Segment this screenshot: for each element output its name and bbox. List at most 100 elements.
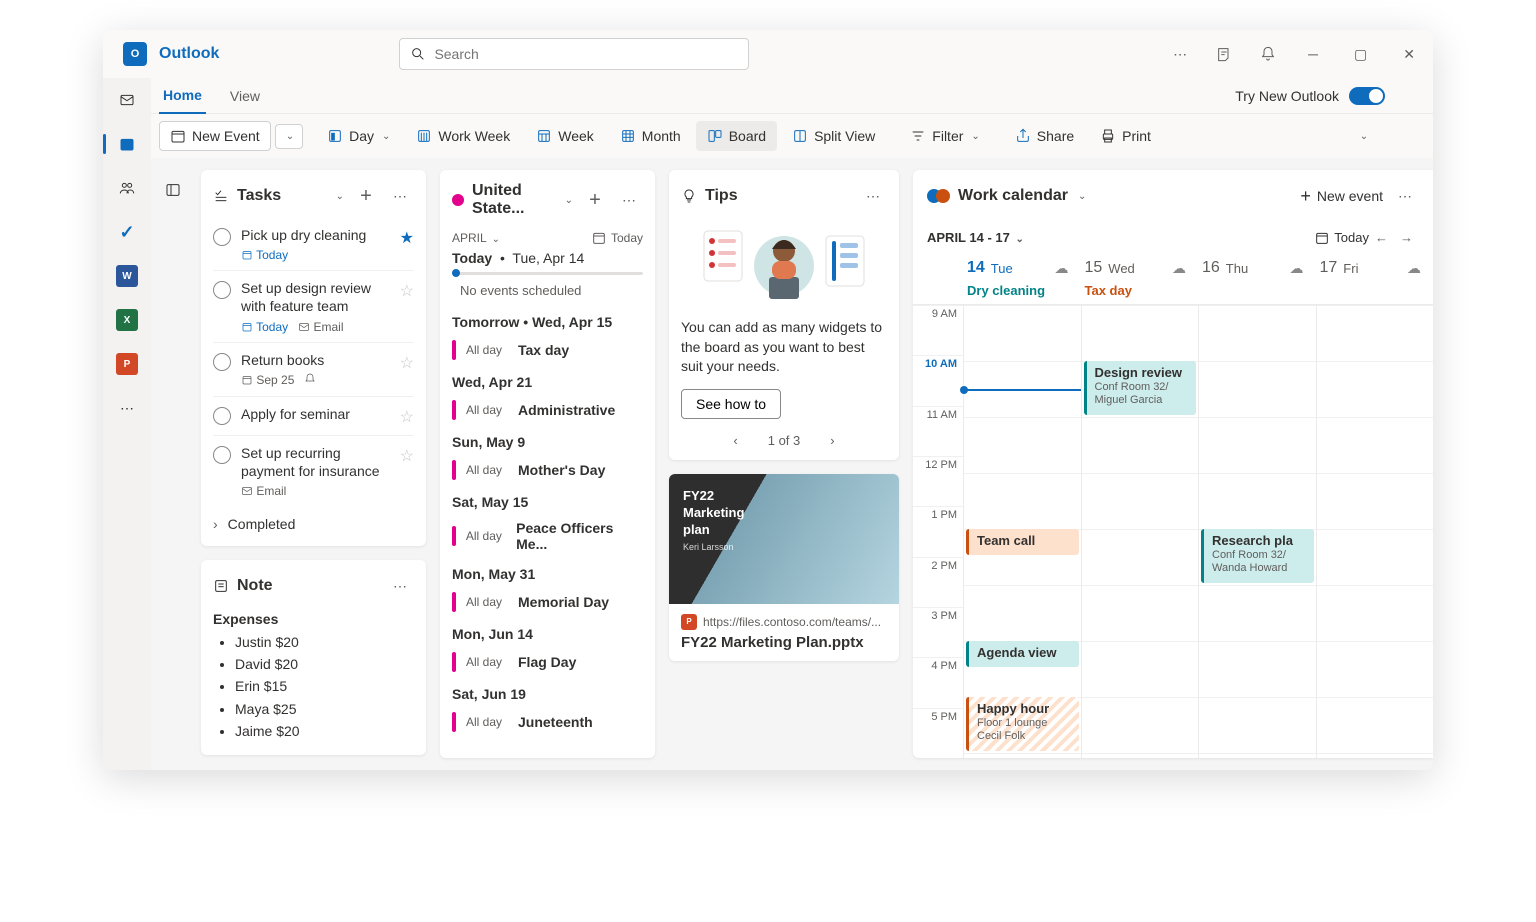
new-event-button[interactable]: New Event — [159, 121, 271, 151]
rail-calendar[interactable] — [113, 130, 141, 158]
view-month-button[interactable]: Month — [609, 121, 692, 151]
rail-word[interactable]: W — [113, 262, 141, 290]
rail-todo[interactable]: ✓ — [113, 218, 141, 246]
day-column[interactable]: Research plaConf Room 32/Wanda Howard — [1198, 305, 1316, 758]
more-icon[interactable]: ⋯ — [1166, 40, 1194, 68]
task-checkbox[interactable] — [213, 281, 231, 299]
task-title: Pick up dry cleaning — [241, 226, 390, 244]
try-new-outlook-toggle[interactable] — [1349, 87, 1385, 105]
view-day-button[interactable]: Day⌄ — [316, 121, 401, 151]
task-checkbox[interactable] — [213, 407, 231, 425]
task-star[interactable]: ★ — [400, 228, 414, 248]
task-item[interactable]: Set up design review with feature team T… — [213, 271, 414, 342]
calendar-event[interactable]: Team call — [966, 529, 1079, 555]
add-task-button[interactable]: + — [352, 182, 380, 210]
note-body[interactable]: Expenses Justin $20David $20Erin $15Maya… — [213, 608, 414, 742]
toolbar-expand[interactable]: ⌄ — [1349, 122, 1377, 150]
calendar-event[interactable]: Agenda view — [966, 641, 1079, 667]
maximize-button[interactable]: ▢ — [1344, 40, 1377, 69]
tips-cta-button[interactable]: See how to — [681, 389, 781, 419]
day-header[interactable]: 15Wed☁Tax day — [1081, 253, 1199, 304]
rail-powerpoint[interactable]: P — [113, 350, 141, 378]
holiday-event[interactable]: All dayTax day — [440, 334, 655, 366]
holidays-dropdown[interactable]: ⌄ — [565, 195, 573, 206]
task-item[interactable]: Return books Sep 25 ☆ — [213, 343, 414, 397]
all-day-label: All day — [466, 463, 508, 477]
powerpoint-icon: P — [681, 614, 697, 630]
file-card[interactable]: FY22 Marketing plan Keri Larsson Phttps:… — [669, 474, 899, 661]
view-work-week-button[interactable]: Work Week — [405, 121, 521, 151]
calendar-today-button[interactable]: Today — [1314, 230, 1369, 246]
task-star[interactable]: ☆ — [400, 353, 414, 373]
calendar-more-button[interactable]: ⋯ — [1391, 182, 1419, 210]
share-button[interactable]: Share — [1004, 121, 1085, 151]
holiday-event[interactable]: All dayFlag Day — [440, 646, 655, 678]
pager-status: 1 of 3 — [768, 433, 801, 448]
task-checkbox[interactable] — [213, 353, 231, 371]
day-header[interactable]: 14Tue☁Dry cleaning — [963, 253, 1081, 304]
app-name: Outlook — [159, 45, 219, 63]
task-star[interactable]: ☆ — [400, 446, 414, 466]
task-item[interactable]: Pick up dry cleaning Today ★ — [213, 218, 414, 271]
view-week-button[interactable]: Week — [525, 121, 605, 151]
rail-mail[interactable] — [113, 86, 141, 114]
task-item[interactable]: Apply for seminar ☆ — [213, 397, 414, 436]
tab-home[interactable]: Home — [159, 78, 206, 114]
minimize-button[interactable]: ─ — [1298, 40, 1328, 68]
calendar-event[interactable]: Research plaConf Room 32/Wanda Howard — [1201, 529, 1314, 583]
task-email-meta: Email — [241, 484, 286, 498]
holiday-event[interactable]: All dayJuneteenth — [440, 706, 655, 738]
day-header[interactable]: 16Thu☁ — [1198, 253, 1316, 304]
holidays-today-button[interactable]: Today — [591, 230, 643, 246]
tab-view[interactable]: View — [226, 78, 264, 114]
pager-next[interactable]: › — [830, 433, 834, 448]
date-range-label[interactable]: APRIL 14 - 17 ⌄ — [927, 230, 1024, 245]
rail-more[interactable]: ⋯ — [113, 394, 141, 422]
close-button[interactable]: ✕ — [1393, 40, 1425, 69]
holiday-event[interactable]: All dayAdministrative — [440, 394, 655, 426]
task-checkbox[interactable] — [213, 446, 231, 464]
add-holiday-button[interactable]: + — [581, 186, 609, 214]
search-box[interactable] — [399, 38, 749, 70]
holiday-event[interactable]: All dayPeace Officers Me... — [440, 514, 655, 558]
calendar-dropdown[interactable]: ⌄ — [1078, 191, 1086, 202]
tips-more-button[interactable]: ⋯ — [859, 182, 887, 210]
holidays-more-button[interactable]: ⋯ — [615, 186, 643, 214]
notes-icon[interactable] — [1210, 40, 1238, 68]
view-board-button[interactable]: Board — [696, 121, 777, 151]
day-header[interactable]: 17Fri☁ — [1316, 253, 1434, 304]
task-checkbox[interactable] — [213, 228, 231, 246]
titlebar: O Outlook ⋯ ─ ▢ ✕ — [103, 30, 1433, 78]
rail-people[interactable] — [113, 174, 141, 202]
calendar-event[interactable]: Design reviewConf Room 32/Miguel Garcia — [1084, 361, 1197, 415]
collapse-panel-icon[interactable] — [159, 176, 187, 204]
task-star[interactable]: ☆ — [400, 281, 414, 301]
all-day-event-badge[interactable]: Tax day — [1085, 283, 1195, 298]
note-title: Note — [237, 577, 378, 595]
day-column[interactable] — [1316, 305, 1434, 758]
calendar-next-button[interactable]: → — [1394, 226, 1419, 249]
pager-prev[interactable]: ‹ — [733, 433, 737, 448]
tasks-more-button[interactable]: ⋯ — [386, 182, 414, 210]
notifications-icon[interactable] — [1254, 40, 1282, 68]
note-more-button[interactable]: ⋯ — [386, 572, 414, 600]
calendar-event[interactable]: Happy hourFloor 1 loungeCecil Folk — [966, 697, 1079, 751]
day-column[interactable]: Team call Agenda view Happy hourFloor 1 lo… — [963, 305, 1081, 758]
new-event-dropdown[interactable]: ⌄ — [275, 124, 303, 149]
search-input[interactable] — [434, 46, 738, 62]
day-icon — [327, 128, 343, 144]
calendar-new-event-button[interactable]: +New event — [1300, 186, 1383, 207]
tasks-dropdown[interactable]: ⌄ — [336, 191, 344, 202]
day-column[interactable]: Design reviewConf Room 32/Miguel Garcia — [1081, 305, 1199, 758]
holiday-event[interactable]: All dayMemorial Day — [440, 586, 655, 618]
calendar-prev-button[interactable]: ← — [1369, 226, 1394, 249]
all-day-event-badge[interactable]: Dry cleaning — [967, 283, 1077, 298]
filter-button[interactable]: Filter⌄ — [899, 121, 991, 151]
split-view-button[interactable]: Split View — [781, 121, 886, 151]
rail-excel[interactable]: X — [113, 306, 141, 334]
task-item[interactable]: Set up recurring payment for insurance E… — [213, 436, 414, 506]
holiday-event[interactable]: All dayMother's Day — [440, 454, 655, 486]
completed-toggle[interactable]: › Completed — [213, 506, 414, 534]
print-button[interactable]: Print — [1089, 121, 1162, 151]
task-star[interactable]: ☆ — [400, 407, 414, 427]
